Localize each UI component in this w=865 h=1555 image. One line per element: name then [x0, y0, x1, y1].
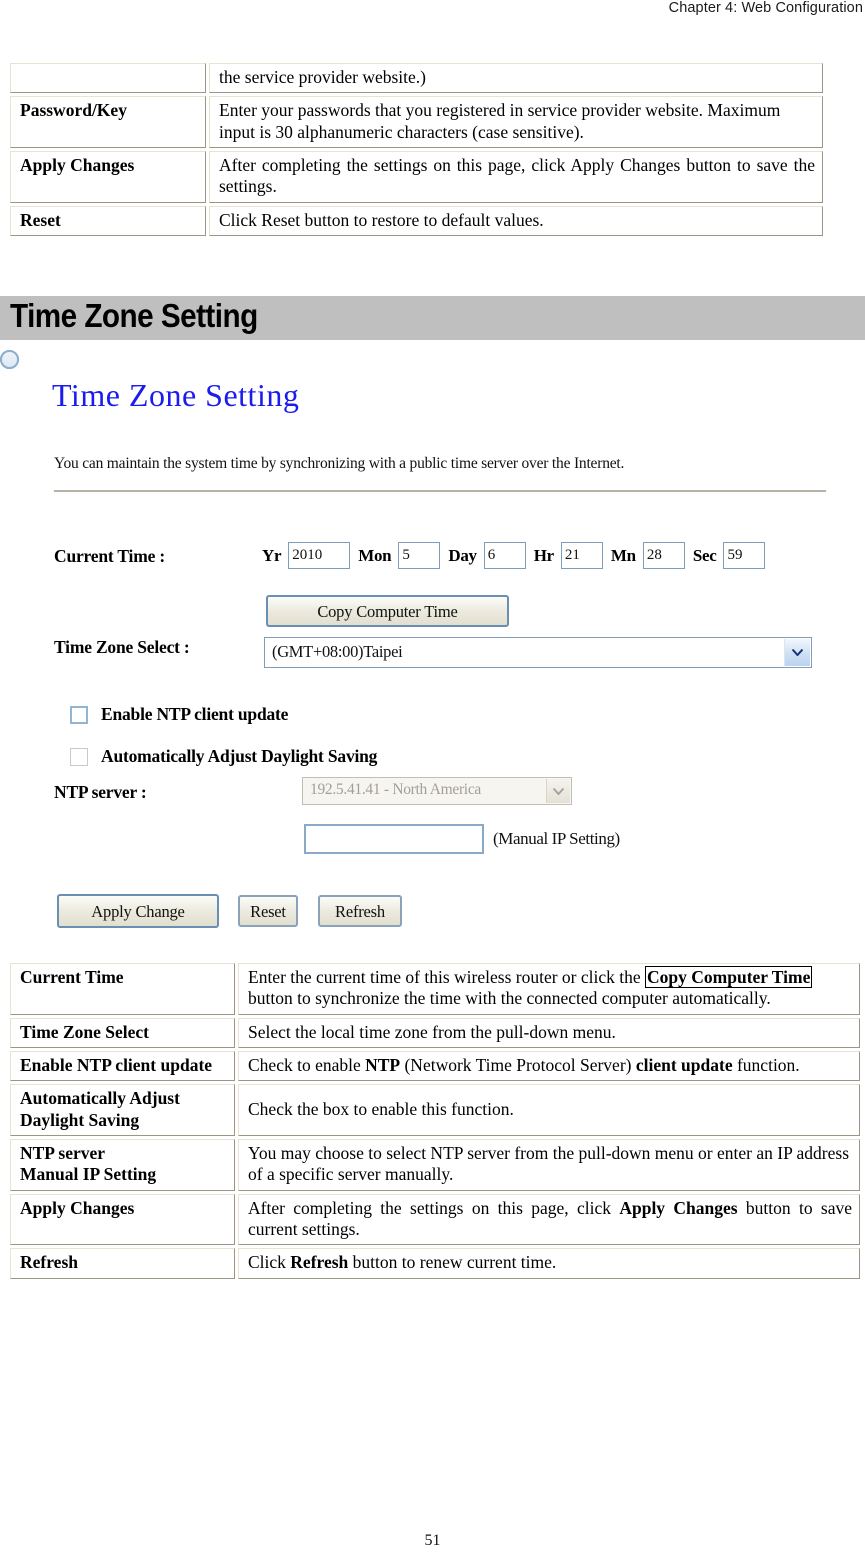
second-unit-label: Sec: [692, 545, 717, 565]
month-input[interactable]: 5: [398, 542, 441, 569]
minute-input[interactable]: 28: [642, 542, 685, 569]
row-key: Password/Key: [10, 96, 206, 149]
day-unit-label: Day: [448, 545, 477, 565]
auto-adjust-daylight-saving-label: Automatically Adjust Daylight Saving: [101, 746, 378, 766]
row-key: Refresh: [10, 1248, 235, 1279]
enable-ntp-client-update-checkbox[interactable]: [70, 705, 88, 724]
row-key: Apply Changes: [10, 1193, 235, 1246]
row-value: Click Refresh button to renew current ti…: [238, 1248, 860, 1279]
minute-unit-label: Mn: [610, 545, 636, 565]
auto-adjust-daylight-saving-checkbox[interactable]: [70, 747, 88, 766]
table-row: Enable NTP client update Check to enable…: [10, 1051, 860, 1082]
row-value: Enter your passwords that you registered…: [209, 96, 823, 149]
hour-unit-label: Hr: [533, 545, 554, 565]
chevron-down-icon[interactable]: [784, 639, 810, 666]
parameter-table-continued: the service provider website.) Password/…: [7, 60, 826, 240]
row-value: Check to enable NTP (Network Time Protoc…: [238, 1051, 860, 1082]
time-zone-select[interactable]: (GMT+08:00)Taipei: [264, 637, 812, 668]
text-part-bold: client update: [635, 1055, 733, 1076]
table-row: Current Time Enter the current time of t…: [10, 963, 860, 1015]
row-value: After completing the settings on this pa…: [209, 151, 823, 203]
hour-input[interactable]: 21: [560, 542, 603, 569]
chevron-down-icon[interactable]: [546, 779, 570, 803]
day-input[interactable]: 6: [483, 542, 526, 569]
text-part: Check to enable: [248, 1055, 366, 1076]
enable-ntp-client-update-label: Enable NTP client update: [101, 704, 289, 724]
page-number: 51: [424, 1532, 441, 1549]
time-zone-select-label: Time Zone Select :: [54, 637, 190, 657]
row-key: Time Zone Select: [10, 1017, 235, 1049]
second-input[interactable]: 59: [723, 542, 766, 569]
table-row: Reset Click Reset button to restore to d…: [10, 205, 823, 237]
ntp-manual-ip-input[interactable]: [304, 824, 484, 854]
ntp-server-label: NTP server :: [54, 782, 147, 802]
copy-computer-time-button[interactable]: Copy Computer Time: [266, 595, 509, 627]
row-value: the service provider website.): [209, 63, 823, 94]
text-part-bold: Refresh: [290, 1252, 349, 1273]
table-row: Time Zone Select Select the local time z…: [10, 1017, 860, 1049]
row-value: Enter the current time of this wireless …: [238, 963, 860, 1015]
reset-button[interactable]: Reset: [238, 895, 298, 927]
current-time-fields: Yr 2010 Mon 5 Day 6 Hr 21 Mn 28 Sec 59: [262, 542, 766, 569]
table-row: Automatically Adjust Daylight Saving Che…: [10, 1084, 860, 1137]
text-part: (Network Time Protocol Server): [400, 1055, 636, 1076]
row-key: Automatically Adjust Daylight Saving: [10, 1084, 235, 1137]
time-zone-selected-value: (GMT+08:00)Taipei: [272, 642, 403, 661]
ntp-server-select[interactable]: 192.5.41.41 - North America: [302, 777, 572, 805]
row-value: Select the local time zone from the pull…: [238, 1017, 860, 1049]
row-value: After completing the settings on this pa…: [238, 1193, 860, 1246]
row-value: Click Reset button to restore to default…: [209, 205, 823, 237]
text-part-bold: NTP: [365, 1055, 401, 1076]
ntp-server-manual-radio[interactable]: [0, 350, 19, 369]
text-part-bold: Apply Changes: [619, 1197, 738, 1218]
section-banner: Time Zone Setting: [0, 296, 865, 340]
text-part: button to synchronize the time with the …: [248, 988, 771, 1009]
running-head: Chapter 4: Web Configuration: [668, 0, 863, 16]
row-value: You may choose to select NTP server from…: [238, 1139, 860, 1191]
screenshot-description: You can maintain the system time by sync…: [54, 455, 625, 472]
section-title: Time Zone Setting: [10, 297, 258, 334]
text-part: function.: [732, 1055, 800, 1076]
text-part: button to renew current time.: [348, 1252, 557, 1273]
horizontal-rule: [54, 490, 826, 493]
year-unit-label: Yr: [262, 545, 282, 565]
text-part: After completing the settings on this pa…: [248, 1197, 620, 1218]
enable-ntp-client-update-row[interactable]: Enable NTP client update: [70, 704, 288, 725]
row-key: Enable NTP client update: [10, 1051, 235, 1082]
row-value: Check the box to enable this function.: [238, 1084, 860, 1137]
copy-computer-time-reference: Copy Computer Time: [645, 966, 813, 988]
apply-change-button[interactable]: Apply Change: [57, 894, 219, 928]
text-part: Click: [248, 1252, 291, 1273]
row-key: Apply Changes: [10, 151, 206, 203]
table-row: Apply Changes After completing the setti…: [10, 151, 823, 203]
refresh-button[interactable]: Refresh: [318, 895, 402, 927]
row-key: Current Time: [10, 963, 235, 1015]
table-row: Apply Changes After completing the setti…: [10, 1193, 860, 1246]
current-time-label: Current Time :: [54, 546, 165, 566]
row-key: [10, 63, 206, 94]
row-key: Reset: [10, 205, 206, 237]
table-row: Refresh Click Refresh button to renew cu…: [10, 1248, 860, 1279]
auto-adjust-daylight-saving-row[interactable]: Automatically Adjust Daylight Saving: [70, 746, 377, 767]
time-zone-parameter-table: Current Time Enter the current time of t…: [7, 960, 863, 1282]
year-input[interactable]: 2010: [288, 542, 351, 569]
row-key: NTP server Manual IP Setting: [10, 1139, 235, 1191]
router-screenshot: Time Zone Setting You can maintain the s…: [0, 350, 865, 955]
manual-ip-setting-note: (Manual IP Setting): [493, 829, 620, 848]
table-row: the service provider website.): [10, 63, 823, 94]
screenshot-page-title: Time Zone Setting: [52, 377, 300, 413]
text-part: Enter the current time of this wireless …: [248, 967, 646, 987]
table-row: Password/Key Enter your passwords that y…: [10, 96, 823, 149]
table-row: NTP server Manual IP Setting You may choo…: [10, 1139, 860, 1191]
month-unit-label: Mon: [358, 545, 392, 565]
ntp-server-selected-value: 192.5.41.41 - North America: [310, 781, 481, 798]
